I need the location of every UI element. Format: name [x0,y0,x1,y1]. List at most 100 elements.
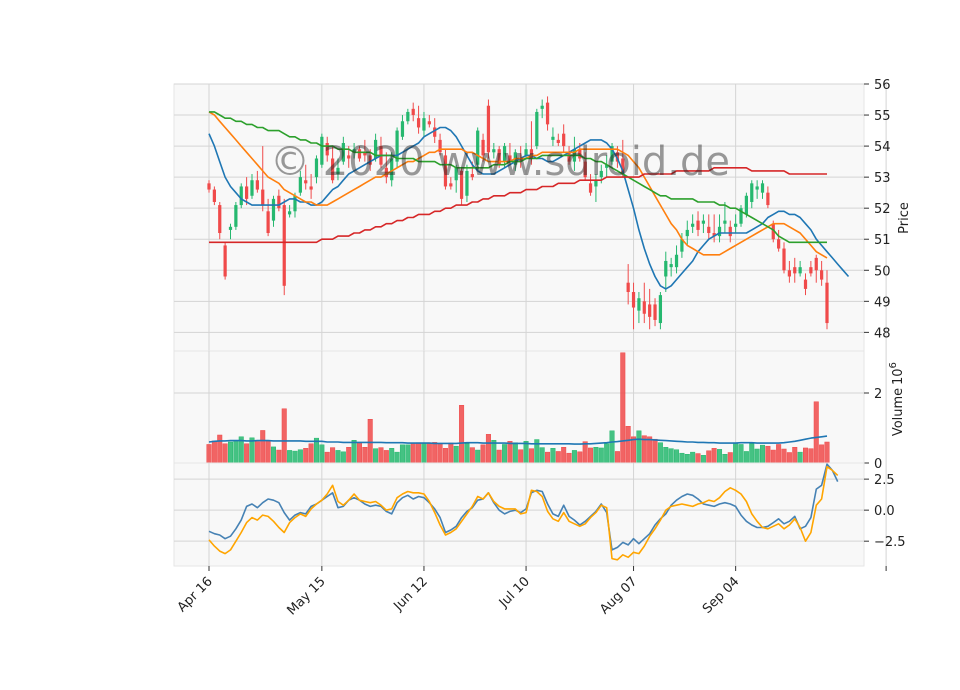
volume-bar [324,451,330,464]
volume-bar [717,449,723,464]
price-tick-label: 50 [874,264,891,279]
volume-bar [421,442,427,464]
volume-bar [367,419,373,464]
volume-bar [287,450,293,464]
volume-bar [459,405,465,464]
candle-body [653,304,657,320]
candle-body [707,226,711,234]
candle-body [250,180,254,196]
volume-bar [722,454,728,464]
volume-tick-label: 0 [874,457,882,472]
candle-body [406,111,410,122]
volume-bar [604,443,610,464]
volume-bar [711,448,717,464]
volume-bar [416,442,422,464]
candle-body [674,254,679,268]
volume-bar [308,443,314,464]
candle-body [637,298,641,311]
volume-bar [276,449,282,464]
x-tick-label: Sep 04 [700,574,743,617]
price-tick-label: 56 [874,78,891,93]
volume-bar [330,447,336,464]
candle-body [691,223,695,227]
volume-bar [802,447,809,464]
volume-bar [442,448,448,464]
candle-body [728,226,732,237]
volume-bar [577,451,583,464]
volume-bar [781,448,787,464]
candle-body [309,186,313,190]
volume-bar [233,440,239,464]
candle-body [701,220,706,224]
volume-bar [700,455,706,464]
volume-bar [319,444,325,464]
candle-body [809,267,813,274]
volume-bar [593,447,599,464]
candle-body [293,195,297,212]
volume-bar [469,447,475,464]
candle-body [261,189,265,206]
volume-bar [808,448,814,464]
candle-body [207,183,211,190]
candle-body [212,189,216,202]
volume-bar [765,445,771,464]
volume-bar [475,449,481,464]
volume-bar [792,447,798,464]
candle-body [648,304,652,317]
candle-body [723,220,727,224]
volume-bar [389,448,395,464]
candle-body [266,211,270,234]
candle-body [223,245,227,277]
volume-bar [657,442,663,464]
volume-bar [496,449,502,464]
volume-bar [480,444,486,464]
volume-bar [545,451,551,464]
volume-bar [609,430,615,464]
volume-bar [399,444,405,464]
candle-body [669,264,673,268]
volume-bar [695,453,701,464]
oscillator-panel: −2.5 0.0 2.5 [173,462,906,567]
volume-bar [674,449,680,464]
volume-bar [432,442,438,464]
volume-bar [566,452,572,464]
candle-body [271,198,276,221]
x-tick-label: May 15 [284,574,328,618]
price-background [173,83,865,352]
volume-bar [362,447,368,464]
price-tick-label: 52 [874,202,891,217]
candle-body [422,118,426,131]
volume-bar [254,441,260,464]
volume-bar [437,443,443,464]
volume-bar [571,450,577,464]
oscillator-tick-label: −2.5 [874,535,906,550]
volume-bar [518,449,524,464]
volume-bar [464,443,470,464]
volume-bar [690,451,696,464]
candle-body [642,301,646,314]
oscillator-tick-label: 2.5 [874,473,895,488]
volume-bar [426,442,432,464]
volume-exponent-label: 106 [888,362,906,385]
candle-body [255,180,259,190]
x-tick-label: Jun 12 [390,574,430,614]
price-tick-label: 53 [874,171,891,186]
x-tick-label: Aug 07 [597,574,640,617]
volume-bar [539,447,545,464]
volume-bar [776,444,782,464]
candle-body [782,248,786,271]
volume-bar [265,441,271,464]
candle-body [658,295,663,324]
price-panel: 48 49 50 51 52 53 54 55 56 Price [173,78,912,352]
candle-body [282,205,286,286]
volume-bar [394,451,400,464]
candle-body [820,270,824,280]
candle-body [750,183,754,202]
x-axis: Apr 16 May 15 Jun 12 Jul 10 Aug 07 Sep 04 [175,566,887,618]
volume-bar [270,446,276,464]
price-tick-label: 49 [874,295,891,310]
candle-body [696,220,700,230]
volume-axis-label: Volume [891,388,906,436]
x-tick-label: Jul 10 [496,574,533,611]
volume-bar [383,450,389,464]
